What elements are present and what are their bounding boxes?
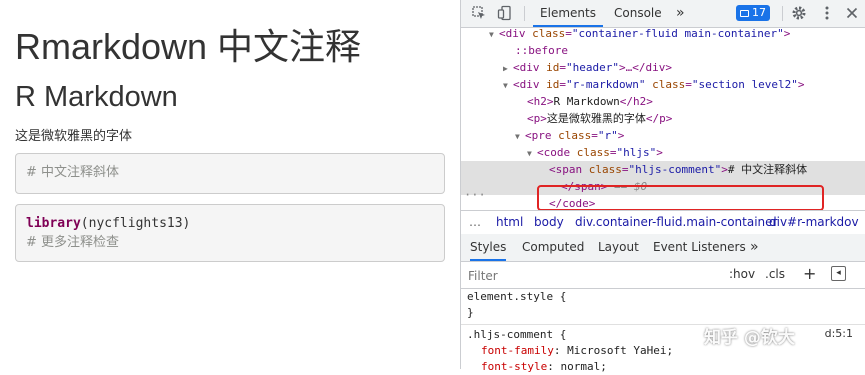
more-panes-icon[interactable]: » — [750, 234, 759, 261]
dom-tree: ▼ <div class="container-fluid main-contai… — [461, 27, 865, 210]
breadcrumb-overflow[interactable]: … — [469, 211, 481, 233]
paragraph-text: 这是微软雅黑的字体 — [15, 129, 133, 144]
page-title: Rmarkdown 中文注释 — [15, 26, 362, 67]
code-comment-2: # 更多注释检查 — [26, 235, 120, 250]
rule-divider — [461, 324, 865, 325]
hov-toggle[interactable]: :hov — [729, 266, 755, 283]
breadcrumb: … html body div.container-fluid.main-con… — [461, 210, 865, 236]
code-comment: # 中文注释斜体 — [26, 165, 120, 180]
dom-node-r-markdown[interactable]: ▼ <div id="r-markdown" class="section lev… — [503, 76, 804, 93]
code-block-library: library(nycflights13) # 更多注释检查 — [15, 204, 445, 262]
inspect-element-icon[interactable] — [471, 5, 487, 21]
tab-computed[interactable]: Computed — [522, 234, 584, 261]
style-rules: element.style { } .hljs-comment { font-f… — [461, 289, 865, 373]
breadcrumb-container[interactable]: div.container-fluid.main-container — [575, 211, 777, 233]
dom-node-code[interactable]: ▼ <code class="hljs"> — [527, 144, 663, 161]
node-actions-icon[interactable]: ··· — [464, 188, 486, 202]
rule-source-link[interactable]: d:5:1 — [825, 327, 853, 340]
rule-prop-font-family[interactable]: font-family: Microsoft YaHei; — [481, 343, 673, 359]
filter-input[interactable] — [466, 266, 720, 285]
add-rule-icon[interactable]: + — [803, 266, 816, 282]
dom-node-container[interactable]: ▼ <div class="container-fluid main-contai… — [489, 27, 790, 42]
issues-badge[interactable]: 17 — [736, 5, 770, 21]
message-icon — [740, 9, 749, 17]
tab-event-listeners[interactable]: Event Listeners — [653, 234, 746, 261]
rule-prop-font-style[interactable]: font-style: normal; — [481, 359, 607, 375]
dom-node-before[interactable]: ::before — [515, 42, 568, 59]
rule-selector[interactable]: .hljs-comment { — [467, 327, 566, 343]
device-toolbar-icon[interactable] — [497, 5, 513, 21]
dom-node-header[interactable]: ▶ <div id="header">…</div> — [503, 59, 672, 76]
code-keyword-library: library — [26, 216, 81, 231]
breadcrumb-html[interactable]: html — [496, 211, 523, 233]
breadcrumb-body[interactable]: body — [534, 211, 564, 233]
issues-count: 17 — [752, 6, 766, 19]
rendered-page: Rmarkdown 中文注释 R Markdown 这是微软雅黑的字体 # 中文… — [0, 0, 460, 369]
dom-node-p[interactable]: <p>这是微软雅黑的字体</p> — [527, 110, 672, 127]
more-tabs-icon[interactable]: » — [676, 0, 685, 27]
highlight-box — [537, 185, 824, 210]
devtools-toolbar: Elements Console » 17 — [461, 0, 865, 28]
cls-toggle[interactable]: .cls — [765, 266, 785, 283]
kebab-menu-icon[interactable] — [819, 5, 835, 21]
dom-node-pre[interactable]: ▼ <pre class="r"> — [515, 127, 624, 144]
rule-element-style[interactable]: element.style { — [467, 289, 566, 305]
toolbar-separator — [524, 6, 525, 21]
code-args: (nycflights13) — [80, 216, 191, 231]
rule-close-brace: } — [467, 306, 474, 319]
styles-tabbar: Styles Computed Layout Event Listeners » — [461, 234, 865, 262]
zhihu-watermark: 知乎 @钦大 — [704, 328, 795, 348]
toggle-sidebar-icon[interactable]: ◂ — [831, 266, 846, 281]
styles-filter-bar: :hov .cls + ◂ — [461, 262, 865, 289]
code-block-comment: # 中文注释斜体 — [15, 153, 445, 194]
breadcrumb-r-markdown[interactable]: div#r-markdov — [769, 211, 859, 233]
tab-console[interactable]: Console — [614, 0, 662, 27]
gear-icon[interactable] — [791, 5, 807, 21]
devtools-panel: Elements Console » 17 ▼ <div class="conta… — [460, 0, 865, 373]
tab-layout[interactable]: Layout — [598, 234, 639, 261]
close-icon[interactable] — [844, 5, 860, 21]
tab-elements[interactable]: Elements — [533, 0, 603, 27]
section-heading: R Markdown — [15, 81, 178, 113]
toolbar-separator — [782, 6, 783, 21]
dom-node-span-selected[interactable]: <span class="hljs-comment"># 中文注释斜体 — [461, 161, 865, 178]
tab-styles[interactable]: Styles — [470, 234, 507, 261]
dom-node-h2[interactable]: <h2>R Markdown</h2> — [527, 93, 653, 110]
